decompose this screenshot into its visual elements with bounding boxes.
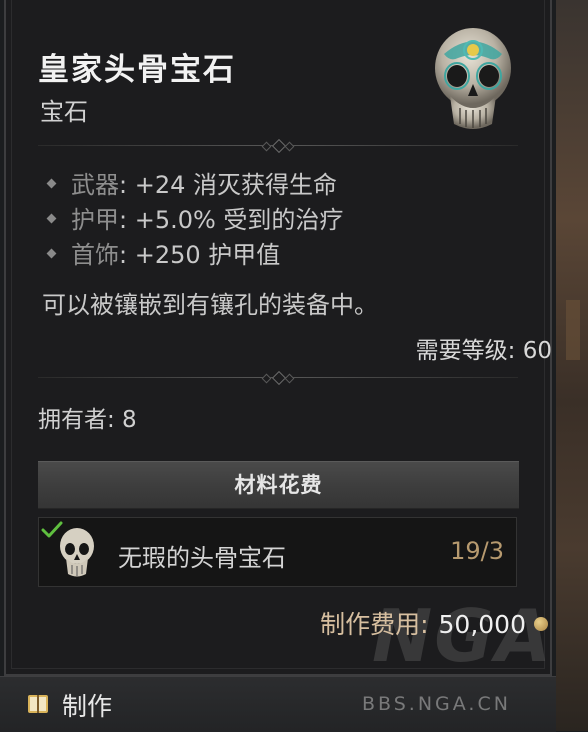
bullet-icon: [46, 248, 57, 258]
royal-skull-gem-icon: [435, 28, 511, 129]
materials-header: 材料花费: [38, 461, 519, 509]
material-count: 19/3: [450, 537, 504, 565]
affix-effect: : +250 护甲值: [119, 241, 281, 269]
item-name: 皇家头骨宝石: [38, 52, 236, 88]
craft-book-icon: [28, 695, 48, 713]
affix-armor: 护甲: +5.0% 受到的治疗: [46, 200, 344, 234]
affix-effect: : +5.0% 受到的治疗: [119, 206, 344, 234]
site-watermark: BBS.NGA.CN: [362, 693, 511, 715]
craft-button[interactable]: 制作: [62, 687, 112, 723]
bullet-icon: [46, 213, 57, 223]
material-row[interactable]: 无瑕的头骨宝石 19/3: [38, 517, 517, 587]
item-description: 可以被镶嵌到有镶孔的装备中。: [42, 291, 378, 319]
affix-weapon: 武器: +24 消灭获得生命: [46, 165, 337, 199]
item-type: 宝石: [40, 98, 88, 126]
affix-slot: 护甲: [71, 206, 119, 234]
bullet-icon: [46, 178, 57, 188]
section-divider: [38, 370, 518, 386]
flawless-skull-gem-icon: [60, 528, 94, 577]
crafting-cost: 制作费用: 50,000: [320, 605, 548, 641]
affix-slot: 武器: [71, 171, 119, 199]
affix-effect: : +24 消灭获得生命: [119, 171, 337, 199]
material-name: 无瑕的头骨宝石: [118, 544, 286, 572]
level-requirement: 需要等级: 60: [415, 338, 552, 364]
affix-slot: 首饰: [71, 241, 119, 269]
cost-label: 制作费用:: [320, 610, 429, 639]
header-divider: [38, 138, 518, 154]
background-scenery: [556, 0, 588, 731]
gold-coin-icon: [534, 617, 548, 631]
owned-count: 拥有者: 8: [38, 407, 137, 433]
affix-jewelry: 首饰: +250 护甲值: [46, 235, 281, 269]
cost-value: 50,000: [438, 610, 526, 639]
